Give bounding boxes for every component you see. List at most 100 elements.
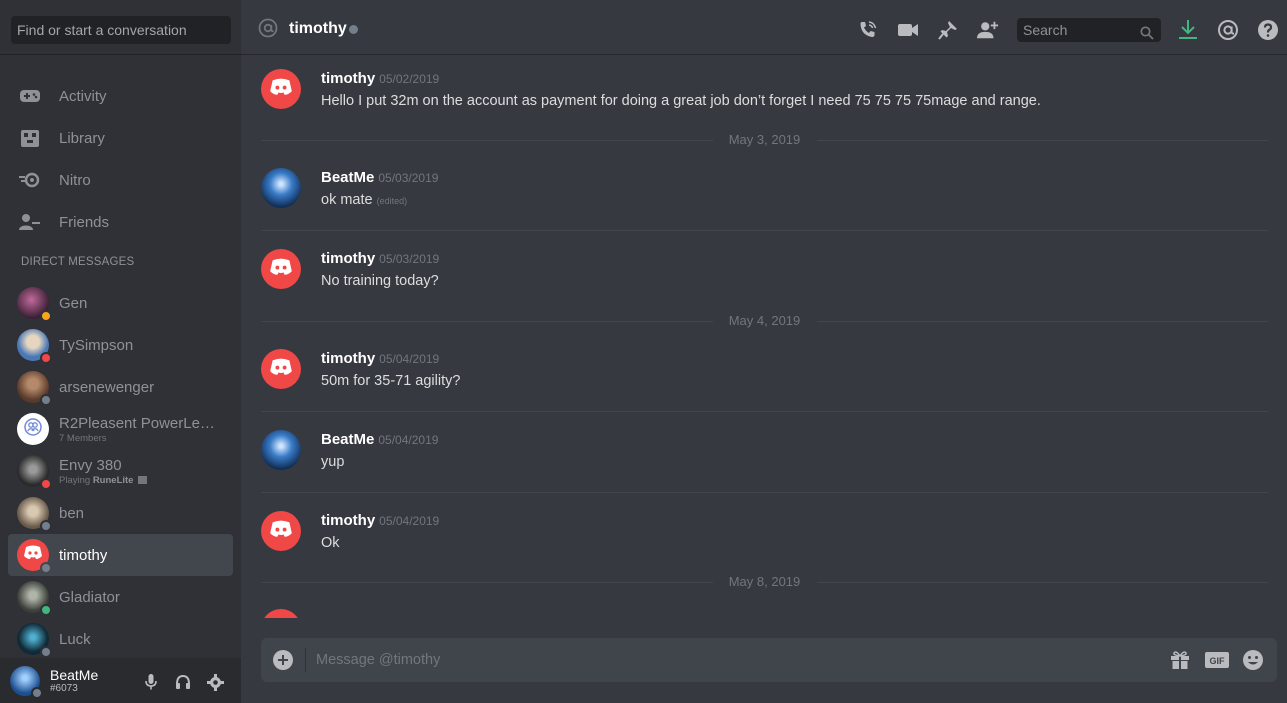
avatar: [17, 497, 52, 532]
library-icon: [19, 127, 41, 149]
mentions-icon[interactable]: [1217, 19, 1239, 41]
channel-header: timothy Search: [241, 0, 1287, 55]
search-placeholder: Search: [1023, 22, 1068, 38]
author-name: timothy: [321, 250, 376, 267]
pin-icon[interactable]: [937, 19, 959, 41]
edited-tag: (edited): [376, 196, 408, 206]
message-author[interactable]: timothy 05/03/2019: [321, 250, 439, 267]
message-composer: Message @timothy GIF: [261, 638, 1277, 682]
gift-icon[interactable]: [1169, 649, 1191, 671]
sidebar-item-activity[interactable]: Activity: [0, 75, 241, 117]
message-timestamp: 05/04/2019: [379, 352, 440, 366]
sidebar: Find or start a conversation Activity Li…: [0, 0, 241, 703]
sidebar-nav: Activity Library Nitro Friends: [0, 55, 241, 243]
author-name: BeatMe: [321, 431, 375, 448]
date-divider: May 8, 2019: [261, 574, 1268, 590]
dm-item-tysimpson[interactable]: TySimpson: [8, 324, 233, 366]
message-list[interactable]: timothy 05/02/2019 Hello I put 32m on the…: [241, 56, 1287, 618]
avatar: [17, 287, 52, 322]
author-name: timothy: [321, 350, 376, 367]
message-timestamp: 05/04/2019: [378, 433, 439, 447]
date-divider: May 4, 2019: [261, 313, 1268, 329]
avatar: [17, 371, 52, 406]
microphone-icon[interactable]: [142, 673, 160, 691]
dm-name: TySimpson: [59, 336, 134, 354]
status-offline-indicator: [40, 394, 52, 406]
author-name: BeatMe: [321, 169, 375, 186]
dm-name: Luck: [59, 630, 91, 648]
message-avatar[interactable]: [261, 609, 301, 618]
date-divider-label: May 8, 2019: [261, 574, 1268, 589]
discord-logo-icon: [269, 258, 293, 281]
status-online-indicator: [40, 604, 52, 616]
voice-call-icon[interactable]: [857, 19, 879, 41]
sidebar-item-friends[interactable]: Friends: [0, 201, 241, 243]
svg-text:GIF: GIF: [1210, 656, 1226, 666]
message-avatar[interactable]: [261, 69, 301, 109]
dm-item-timothy[interactable]: timothy: [8, 534, 233, 576]
message-author[interactable]: timothy 05/04/2019: [321, 512, 439, 529]
at-sign-icon: [258, 18, 278, 43]
sidebar-item-label: Friends: [59, 213, 110, 231]
avatar: [17, 539, 52, 574]
message-avatar[interactable]: [261, 249, 301, 289]
status-offline-indicator: [40, 520, 52, 532]
message-input[interactable]: Message @timothy: [316, 652, 440, 668]
dm-name: arsenewenger: [59, 378, 155, 396]
add-friend-icon[interactable]: [977, 19, 999, 41]
message-content: 50m for 35-71 agility?: [321, 373, 461, 389]
message-avatar[interactable]: [261, 168, 301, 208]
gear-icon[interactable]: [206, 673, 224, 691]
message-avatar[interactable]: [261, 511, 301, 551]
sidebar-top-bar: Find or start a conversation: [0, 0, 241, 55]
nitro-icon: [19, 169, 41, 191]
dm-item-gen[interactable]: Gen: [8, 282, 233, 324]
help-icon[interactable]: [1257, 19, 1279, 41]
gif-icon[interactable]: GIF: [1204, 649, 1230, 671]
status-idle-indicator: [40, 310, 52, 322]
message-avatar[interactable]: [261, 349, 301, 389]
sidebar-item-library[interactable]: Library: [0, 117, 241, 159]
composer-divider: [305, 648, 306, 672]
message-author[interactable]: BeatMe 05/04/2019: [321, 431, 438, 448]
message-content: Ok: [321, 535, 340, 551]
date-divider: May 3, 2019: [261, 132, 1268, 148]
message-content: No training today?: [321, 273, 439, 289]
status-offline-indicator: [40, 646, 52, 658]
dm-item-group-r2pleasent[interactable]: R2Pleasent PowerLeveli... 7 Members: [8, 408, 233, 450]
download-icon[interactable]: [1177, 19, 1199, 41]
dm-name: timothy: [59, 546, 108, 564]
dm-name: ben: [59, 504, 85, 522]
sidebar-item-nitro[interactable]: Nitro: [0, 159, 241, 201]
message-author[interactable]: BeatMe 05/03/2019: [321, 169, 438, 186]
discord-logo-icon: [269, 78, 293, 101]
video-call-icon[interactable]: [897, 19, 919, 41]
dm-item-luck[interactable]: Luck: [8, 618, 233, 660]
discord-logo-icon: [23, 545, 43, 565]
message-text: ok mate: [321, 192, 373, 208]
direct-messages-header: DIRECT MESSAGES: [21, 256, 135, 268]
dm-item-arsenewenger[interactable]: arsenewenger: [8, 366, 233, 408]
author-name: timothy: [321, 70, 376, 87]
message-author[interactable]: timothy 05/04/2019: [321, 350, 439, 367]
dm-item-gladiator[interactable]: Gladiator: [8, 576, 233, 618]
channel-title: timothy: [289, 20, 347, 37]
message-author[interactable]: timothy 05/02/2019: [321, 70, 439, 87]
headphones-icon[interactable]: [174, 673, 192, 691]
status-offline-indicator: [40, 562, 52, 574]
upload-plus-icon[interactable]: [273, 650, 293, 670]
dm-item-ben[interactable]: ben: [8, 492, 233, 534]
find-conversation-button[interactable]: Find or start a conversation: [11, 16, 231, 44]
dm-list: Gen TySimpson arsenewenger R2Pleasent Po…: [0, 282, 241, 660]
username: BeatMe: [50, 667, 99, 683]
avatar: [17, 329, 52, 364]
emoji-icon[interactable]: [1242, 649, 1264, 671]
message-avatar[interactable]: [261, 430, 301, 470]
discord-logo-icon: [269, 358, 293, 381]
dm-item-envy-380[interactable]: Envy 380 Playing RuneLite: [8, 450, 233, 492]
search-input[interactable]: Search: [1017, 18, 1161, 42]
dm-name: Envy 380: [59, 456, 122, 474]
message-timestamp: 05/02/2019: [379, 72, 440, 86]
user-avatar[interactable]: [10, 665, 43, 699]
discord-logo-icon: [269, 520, 293, 543]
